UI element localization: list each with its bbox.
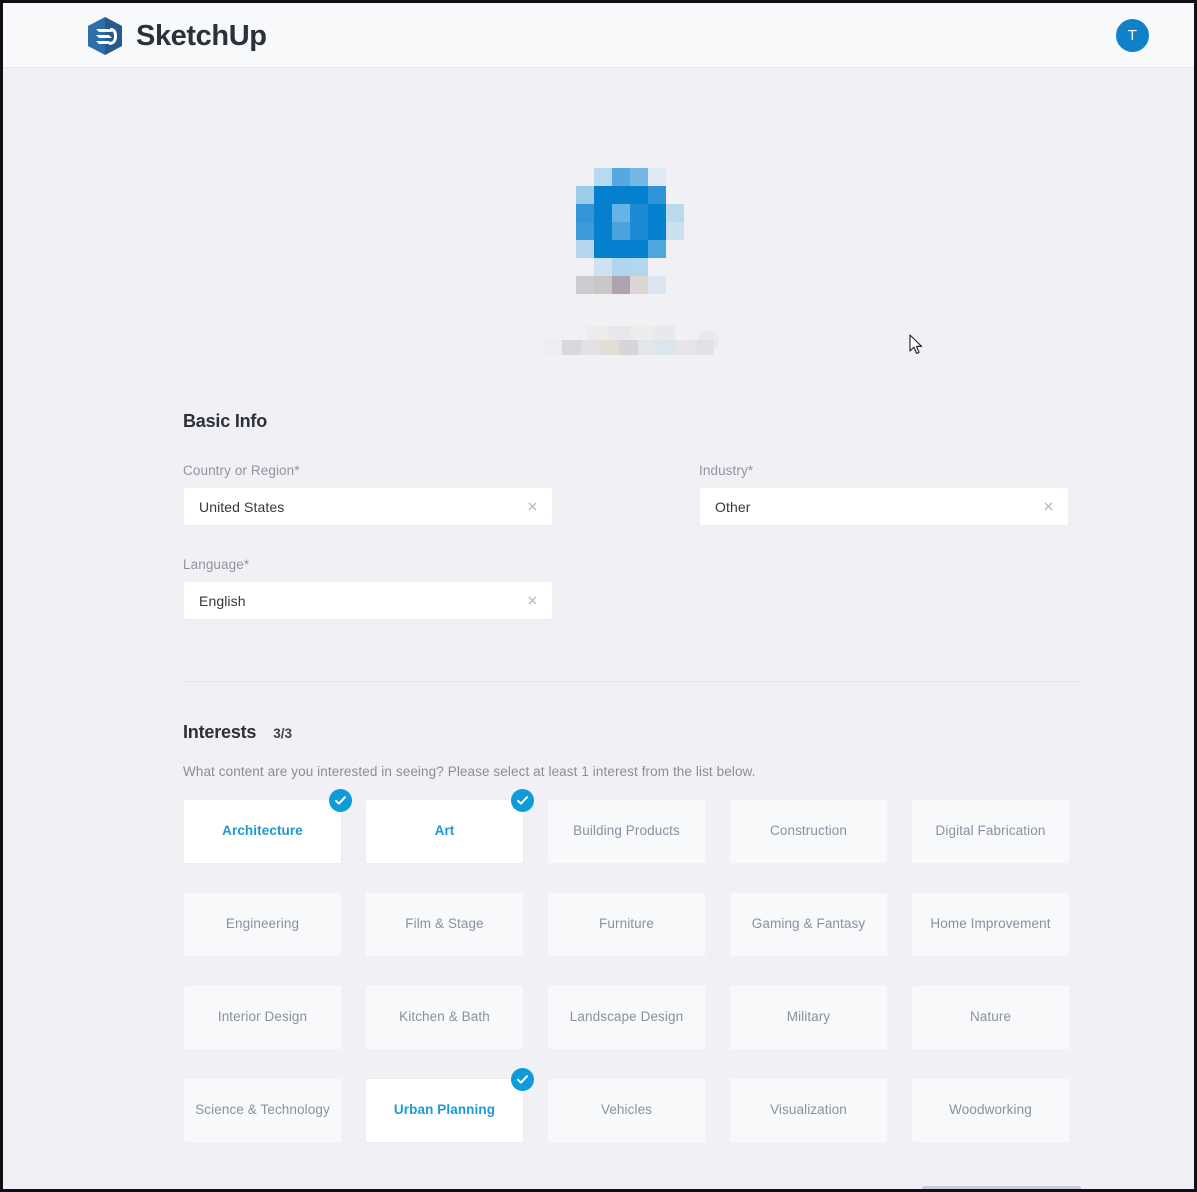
interest-card[interactable]: Military bbox=[729, 985, 888, 1050]
interest-label: Visualization bbox=[770, 1102, 847, 1118]
brand-name: SketchUp bbox=[136, 19, 267, 52]
interest-card[interactable]: Woodworking bbox=[911, 1078, 1070, 1143]
profile-name-redacted bbox=[543, 326, 719, 356]
industry-field: Industry* Other ✕ bbox=[699, 463, 1069, 526]
interest-card[interactable]: Science & Technology bbox=[183, 1078, 342, 1143]
interest-card[interactable]: Nature bbox=[911, 985, 1070, 1050]
industry-select[interactable]: Other ✕ bbox=[699, 487, 1069, 526]
country-clear-icon[interactable]: ✕ bbox=[526, 499, 539, 513]
interest-card[interactable]: Vehicles bbox=[547, 1078, 706, 1143]
basic-info-section: Basic Info Country or Region* United Sta… bbox=[183, 411, 1081, 620]
interest-label: Building Products bbox=[573, 823, 680, 839]
interest-card[interactable]: Kitchen & Bath bbox=[365, 985, 524, 1050]
check-circle-icon bbox=[511, 1068, 534, 1091]
interest-label: Furniture bbox=[599, 916, 654, 932]
mouse-cursor bbox=[909, 334, 923, 354]
language-value: English bbox=[199, 592, 246, 609]
sketchup-logo-icon bbox=[88, 17, 122, 55]
interest-card[interactable]: Engineering bbox=[183, 892, 342, 957]
profile-avatar-redacted[interactable] bbox=[576, 168, 686, 294]
interest-card[interactable]: Landscape Design bbox=[547, 985, 706, 1050]
interest-label: Military bbox=[786, 1009, 831, 1025]
app-header: SketchUp T bbox=[3, 3, 1194, 68]
industry-label: Industry* bbox=[699, 463, 754, 478]
interest-card[interactable]: Digital Fabrication bbox=[911, 799, 1070, 864]
interest-label: Film & Stage bbox=[405, 916, 484, 932]
interest-card[interactable]: Film & Stage bbox=[365, 892, 524, 957]
section-divider bbox=[183, 681, 1081, 682]
interest-card[interactable]: Visualization bbox=[729, 1078, 888, 1143]
check-circle-icon bbox=[511, 789, 534, 812]
profile-header bbox=[3, 98, 1194, 355]
language-field: Language* English ✕ bbox=[183, 557, 553, 620]
interest-label: Digital Fabrication bbox=[935, 823, 1046, 839]
interests-grid: Architecture Art Building Products Construc… bbox=[183, 789, 1081, 1143]
basic-info-title: Basic Info bbox=[183, 411, 268, 431]
interest-card[interactable]: Architecture bbox=[183, 789, 352, 864]
interests-title: Interests bbox=[183, 722, 257, 742]
interest-card[interactable]: Gaming & Fantasy bbox=[729, 892, 888, 957]
interest-card[interactable]: Interior Design bbox=[183, 985, 342, 1050]
interests-header: Interests 3/3 bbox=[183, 722, 1081, 743]
country-select[interactable]: United States ✕ bbox=[183, 487, 553, 526]
form-actions: Save bbox=[183, 1186, 1081, 1189]
interest-label: Vehicles bbox=[600, 1102, 653, 1118]
save-button[interactable]: Save bbox=[922, 1186, 1081, 1189]
industry-clear-icon[interactable]: ✕ bbox=[1042, 499, 1055, 513]
interest-label: Urban Planning bbox=[393, 1102, 496, 1118]
interest-label: Architecture bbox=[222, 823, 303, 839]
brand-logo-link[interactable]: SketchUp bbox=[86, 16, 267, 56]
interest-label: Interior Design bbox=[217, 1009, 308, 1025]
interests-description: What content are you interested in seein… bbox=[183, 764, 756, 779]
interest-label: Home Improvement bbox=[930, 916, 1051, 932]
page-body: Basic Info Country or Region* United Sta… bbox=[3, 68, 1194, 1189]
interest-card[interactable]: Urban Planning bbox=[365, 1068, 534, 1143]
country-value: United States bbox=[199, 498, 285, 515]
language-clear-icon[interactable]: ✕ bbox=[526, 593, 539, 607]
app-window: SketchUp T Basic Info Country or Region* bbox=[3, 3, 1194, 1189]
interests-count: 3/3 bbox=[273, 726, 293, 741]
interest-card[interactable]: Construction bbox=[729, 799, 888, 864]
avatar-initial: T bbox=[1127, 27, 1138, 44]
check-circle-icon bbox=[329, 789, 352, 812]
industry-value: Other bbox=[715, 498, 751, 515]
country-field: Country or Region* United States ✕ bbox=[183, 463, 553, 526]
country-label: Country or Region* bbox=[183, 463, 300, 478]
interest-label: Engineering bbox=[225, 916, 300, 932]
interest-label: Science & Technology bbox=[195, 1102, 330, 1118]
interest-label: Nature bbox=[969, 1009, 1012, 1025]
interest-label: Woodworking bbox=[949, 1102, 1032, 1118]
interest-card[interactable]: Art bbox=[365, 789, 534, 864]
interest-label: Art bbox=[434, 823, 455, 839]
interests-section: Interests 3/3 What content are you inter… bbox=[183, 722, 1081, 1143]
interest-label: Gaming & Fantasy bbox=[751, 916, 866, 932]
interest-card[interactable]: Building Products bbox=[547, 799, 706, 864]
interest-card[interactable]: Home Improvement bbox=[911, 892, 1070, 957]
interest-label: Construction bbox=[770, 823, 847, 839]
interest-label: Kitchen & Bath bbox=[399, 1009, 490, 1025]
user-avatar[interactable]: T bbox=[1116, 19, 1149, 52]
language-label: Language* bbox=[183, 557, 250, 572]
interest-card[interactable]: Furniture bbox=[547, 892, 706, 957]
interest-label: Landscape Design bbox=[569, 1009, 684, 1025]
language-select[interactable]: English ✕ bbox=[183, 581, 553, 620]
